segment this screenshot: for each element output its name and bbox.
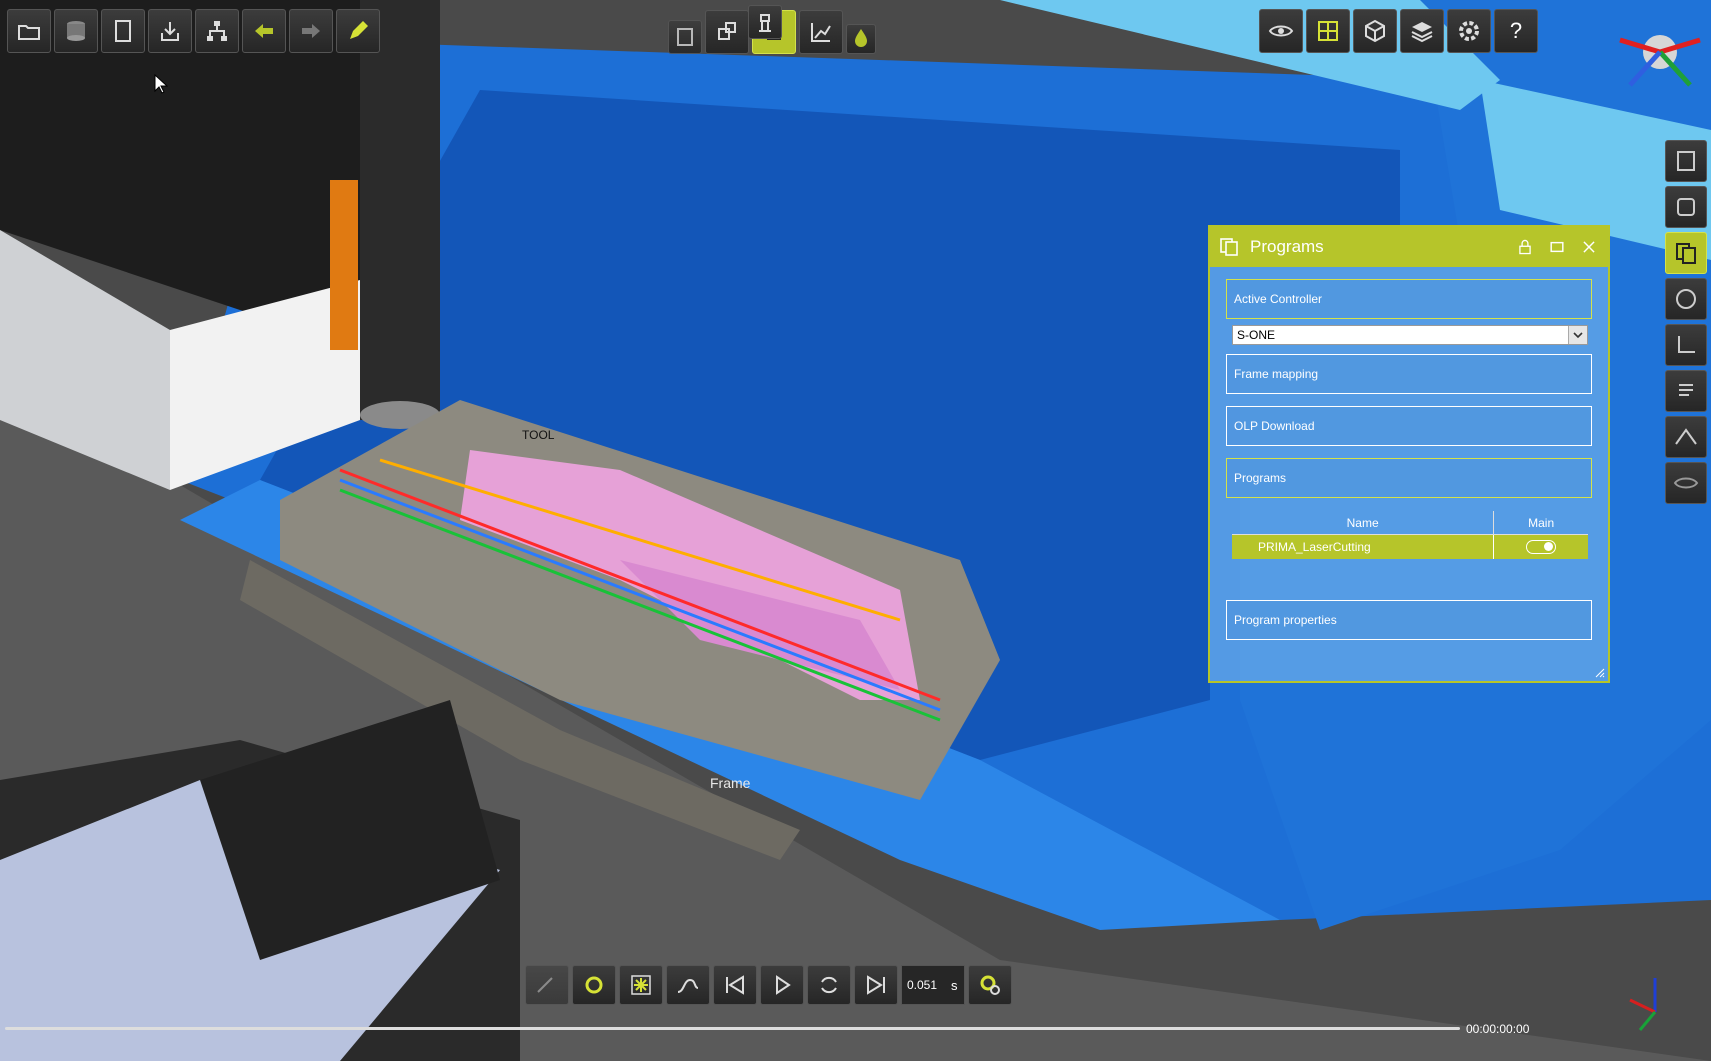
programs-section[interactable]: Programs xyxy=(1226,458,1592,498)
mouse-cursor-icon xyxy=(154,74,168,94)
robot-icon[interactable] xyxy=(705,10,749,54)
import-icon[interactable] xyxy=(148,9,192,53)
program-name[interactable]: PRIMA_LaserCutting xyxy=(1232,535,1494,559)
table-row[interactable]: PRIMA_LaserCutting xyxy=(1232,535,1588,559)
trajectory-icon[interactable] xyxy=(666,965,710,1005)
frame-axes-icon[interactable] xyxy=(1665,324,1707,366)
resize-grip-icon[interactable] xyxy=(1595,668,1605,678)
chevron-down-icon[interactable] xyxy=(1568,326,1587,344)
table-header: Name Main xyxy=(1232,511,1588,535)
frame-mapping-section[interactable]: Frame mapping xyxy=(1226,354,1592,394)
skip-end-icon[interactable] xyxy=(854,965,898,1005)
arrow-right-icon[interactable] xyxy=(289,9,333,53)
play-icon[interactable] xyxy=(760,965,804,1005)
lock-icon[interactable] xyxy=(1514,236,1536,258)
controller-value: S-ONE xyxy=(1237,328,1276,342)
arrow-left-icon[interactable] xyxy=(242,9,286,53)
step-value: 0.051 xyxy=(907,978,938,992)
step-input[interactable]: 0.051 s xyxy=(901,965,965,1005)
main-toggle[interactable] xyxy=(1526,540,1556,554)
chart-icon[interactable] xyxy=(799,10,843,54)
playback-toolbar: 0.051 s xyxy=(525,965,1012,1005)
cube-icon[interactable] xyxy=(1353,9,1397,53)
robot-settings-icon[interactable] xyxy=(572,965,616,1005)
list-icon[interactable] xyxy=(1665,370,1707,412)
timeline-slider[interactable] xyxy=(5,1027,1460,1030)
pencil-icon[interactable] xyxy=(336,9,380,53)
olp-download-section[interactable]: OLP Download xyxy=(1226,406,1592,446)
help-label: ? xyxy=(1509,18,1523,43)
open-folder-icon[interactable] xyxy=(7,9,51,53)
tool-path-icon[interactable] xyxy=(668,20,702,54)
path-pen-icon[interactable] xyxy=(525,965,569,1005)
code-gear-icon[interactable] xyxy=(1665,140,1707,182)
programs-icon[interactable] xyxy=(1665,232,1707,274)
step-unit: s xyxy=(951,977,958,993)
help-icon[interactable]: ? xyxy=(1494,9,1538,53)
active-controller-section[interactable]: Active Controller xyxy=(1226,279,1592,319)
code-icon[interactable] xyxy=(1665,278,1707,320)
notebook-icon[interactable] xyxy=(101,9,145,53)
controller-select[interactable]: S-ONE xyxy=(1232,325,1588,345)
panel-title: Programs xyxy=(1250,237,1324,256)
main-toolbar xyxy=(7,9,380,53)
path-icon[interactable] xyxy=(1665,416,1707,458)
gear-icon[interactable] xyxy=(1447,9,1491,53)
view-toolbar: ? xyxy=(1259,9,1538,53)
close-icon[interactable] xyxy=(1578,236,1600,258)
eye-icon[interactable] xyxy=(1259,9,1303,53)
layers-icon[interactable] xyxy=(1400,9,1444,53)
timecode: 00:00:00:00 xyxy=(1466,1022,1530,1036)
program-properties-section[interactable]: Program properties xyxy=(1226,600,1592,640)
program-edit-icon[interactable] xyxy=(1665,186,1707,228)
panel-header[interactable]: Programs xyxy=(1210,227,1608,267)
database-icon[interactable] xyxy=(54,9,98,53)
visibility-icon[interactable] xyxy=(1665,462,1707,504)
programs-icon xyxy=(1218,236,1240,258)
main-toggle-cell xyxy=(1494,535,1588,559)
loop-icon[interactable] xyxy=(807,965,851,1005)
programs-table: Name Main PRIMA_LaserCutting xyxy=(1232,511,1588,559)
programs-panel: Programs Active Controller S-ONE Frame m… xyxy=(1208,225,1610,683)
name-column-header[interactable]: Name xyxy=(1232,511,1495,535)
side-toolbar xyxy=(1665,140,1711,504)
main-column-header[interactable]: Main xyxy=(1494,511,1588,535)
hierarchy-icon[interactable] xyxy=(195,9,239,53)
laser-icon[interactable] xyxy=(619,965,663,1005)
scene-tool-label: TOOL xyxy=(522,428,555,442)
station-icon[interactable] xyxy=(748,5,782,39)
skip-start-icon[interactable] xyxy=(713,965,757,1005)
maximize-icon[interactable] xyxy=(1546,236,1568,258)
paint-icon[interactable] xyxy=(846,24,876,54)
scene-frame-label: Frame xyxy=(710,775,751,791)
grid-icon[interactable] xyxy=(1306,9,1350,53)
sim-settings-icon[interactable] xyxy=(968,965,1012,1005)
